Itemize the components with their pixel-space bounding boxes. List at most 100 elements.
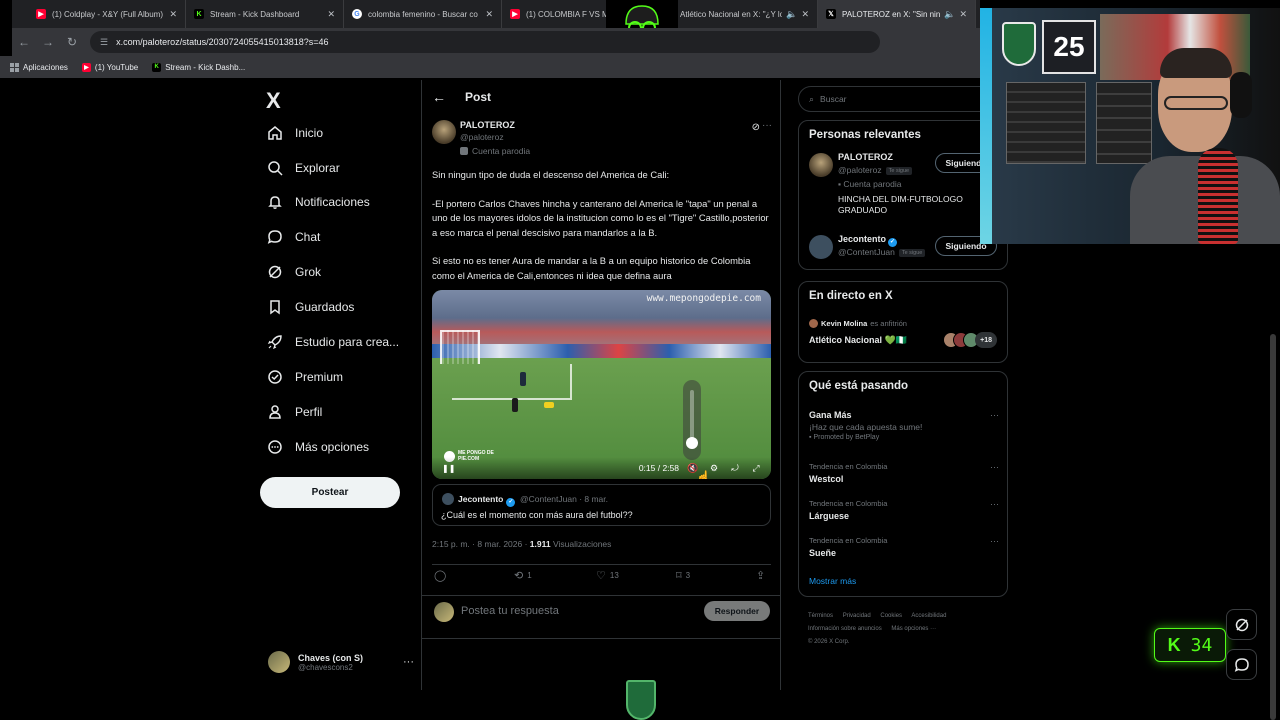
sidebar-item-guardados[interactable]: Guardados	[266, 293, 416, 321]
pause-icon[interactable]: ❚❚	[442, 464, 455, 473]
sidebar-item-grok[interactable]: Grok	[266, 258, 416, 286]
grok-floating-button[interactable]	[1226, 609, 1257, 640]
sidebar-item-mas-opciones[interactable]: Más opciones	[266, 433, 416, 461]
more-icon[interactable]: ···	[990, 410, 999, 420]
author-handle[interactable]: @paloteroz	[460, 132, 504, 142]
avatar	[809, 319, 818, 328]
sidebar-item-explorar[interactable]: Explorar	[266, 154, 416, 182]
video-player[interactable]: www.mepongodepie.com ME PONGO DE PIE.COM…	[432, 290, 771, 479]
grok-icon[interactable]: ⊘	[752, 122, 760, 133]
browser-tab[interactable]: Atlético Nacional en X: "¿Y los 🔈 ✕	[660, 0, 818, 28]
more-icon[interactable]: ···	[990, 536, 999, 546]
video-frame-box	[452, 364, 572, 400]
more-icon[interactable]: ···	[403, 656, 414, 668]
more-icon[interactable]: ···	[762, 120, 772, 131]
reply-input[interactable]: Postea tu respuesta	[461, 605, 559, 617]
browser-tab[interactable]: ▶ (1) Coldplay - X&Y (Full Album) ✕	[28, 0, 186, 28]
card-title: En directo en X	[809, 290, 893, 302]
footer-link[interactable]: Cookies	[880, 613, 902, 619]
trend-item[interactable]: Gana Más ¡Haz que cada apuesta sume! ▪ P…	[809, 410, 999, 441]
close-tab-icon[interactable]: ✕	[169, 9, 177, 20]
bookmark-apps[interactable]: Aplicaciones	[10, 62, 68, 72]
sidebar-item-estudio[interactable]: Estudio para crea...	[266, 328, 416, 356]
volume-knob[interactable]	[686, 437, 698, 450]
share-button[interactable]: ⇪	[756, 569, 769, 582]
reply-button[interactable]: ◯	[434, 569, 450, 582]
sidebar-item-perfil[interactable]: Perfil	[266, 398, 416, 426]
avatar	[809, 235, 833, 259]
footer-link[interactable]: Privacidad	[843, 613, 871, 619]
trends-card: Qué está pasando Gana Más ¡Haz que cada …	[798, 371, 1008, 597]
post-column: ← Post PALOTEROZ @paloteroz Cuenta parod…	[421, 80, 781, 690]
back-arrow-icon[interactable]: ←	[432, 89, 448, 105]
address-bar: ← → ↻ ☰ x.com/paloteroz/status/203072405…	[12, 28, 980, 56]
more-icon[interactable]: ···	[990, 499, 999, 509]
repost-count: 1	[527, 571, 532, 580]
reload-icon[interactable]: ↻	[60, 35, 84, 49]
footer-link[interactable]: Más opciones ···	[891, 626, 936, 632]
sidebar-item-premium[interactable]: Premium	[266, 363, 416, 391]
browser-tab-active[interactable]: 𝕏 PALOTEROZ en X: "Sin ningu 🔈 ✕	[818, 0, 976, 28]
author-name[interactable]: PALOTEROZ	[460, 120, 515, 130]
video-frame-banner	[432, 344, 771, 358]
trend-item[interactable]: Tendencia en Colombia Westcol ···	[809, 462, 999, 484]
search-icon	[266, 159, 284, 177]
footer-link[interactable]: Términos	[808, 613, 833, 619]
bookmark-button[interactable]: ⌑ 3	[676, 569, 690, 582]
x-logo[interactable]: X	[266, 88, 281, 114]
reply-submit-button[interactable]: Responder	[704, 601, 770, 621]
speaker-icon[interactable]: 🔈	[944, 9, 955, 20]
account-switcher[interactable]: Chaves (con S) @chavescons2 ···	[268, 646, 414, 678]
fullscreen-icon[interactable]: ⤢	[750, 463, 762, 474]
sidebar-item-chat[interactable]: Chat	[266, 223, 416, 251]
close-tab-icon[interactable]: ✕	[959, 9, 967, 20]
avatar[interactable]	[432, 120, 456, 144]
back-arrow-icon[interactable]: ←	[12, 35, 36, 49]
share-icon: ⇪	[756, 570, 766, 582]
parody-mask-icon	[460, 147, 468, 155]
more-icon[interactable]: ···	[990, 462, 999, 472]
rotate-icon[interactable]: ⤾	[729, 463, 741, 474]
person-row[interactable]: PALOTEROZ @paloteroz Te sigue ▪ Cuenta pa…	[799, 149, 1007, 237]
trend-name: Gana Más	[809, 410, 852, 420]
footer-link[interactable]: Información sobre anuncios	[808, 626, 882, 632]
sidebar-item-inicio[interactable]: Inicio	[266, 119, 416, 147]
like-button[interactable]: ♡ 13	[596, 569, 619, 582]
browser-tab[interactable]: Gcolombia femenino - Buscar co ✕	[344, 0, 502, 28]
trend-item[interactable]: Tendencia en Colombia Sueñe ···	[809, 536, 999, 558]
video-time: 0:15 / 2:58	[638, 463, 679, 473]
url-field[interactable]: ☰ x.com/paloteroz/status/203072405541501…	[90, 31, 880, 53]
listener-avatars[interactable]: +18	[943, 332, 997, 348]
speaker-icon[interactable]: 🔈	[786, 9, 797, 20]
close-tab-icon[interactable]: ✕	[485, 9, 493, 20]
sidebar-item-label: Notificaciones	[295, 195, 370, 209]
post-timestamp[interactable]: 2:15 p. m. · 8 mar. 2026 ·	[432, 539, 530, 549]
person-handle-row: @ContentJuan Te sigue	[838, 247, 926, 257]
quoted-post[interactable]: Jecontento ✓ @ContentJuan · 8 mar. ¿Cuál …	[432, 484, 771, 526]
url-text: x.com/paloteroz/status/20307240554150138…	[116, 37, 329, 47]
bookmark-youtube[interactable]: ▶ (1) YouTube	[81, 62, 138, 72]
trend-item[interactable]: Tendencia en Colombia Lárguese ···	[809, 499, 999, 521]
browser-tab[interactable]: K Stream - Kick Dashboard ✕	[186, 0, 344, 28]
messages-floating-button[interactable]	[1226, 649, 1257, 680]
bookmark-kick[interactable]: K Stream - Kick Dashb...	[152, 62, 245, 72]
screen: ▶ (1) Coldplay - X&Y (Full Album) ✕ K Strea…	[0, 0, 1280, 720]
volume-slider[interactable]	[683, 380, 701, 460]
scrollbar[interactable]	[1270, 334, 1276, 720]
site-settings-icon[interactable]: ☰	[100, 37, 108, 48]
tab-title: (1) Coldplay - X&Y (Full Album)	[52, 9, 163, 19]
tab-title: Atlético Nacional en X: "¿Y los	[680, 9, 783, 19]
repost-button[interactable]: ⟲ 1	[514, 569, 532, 582]
tab-title: PALOTEROZ en X: "Sin ningu	[842, 9, 941, 19]
footer-link[interactable]: Accesibilidad	[911, 613, 946, 619]
forward-arrow-icon[interactable]: →	[36, 35, 60, 49]
close-tab-icon[interactable]: ✕	[801, 9, 809, 20]
person-row[interactable]: Jecontento ✓ @ContentJuan Te sigue Siguien…	[799, 231, 1007, 271]
kick-viewer-counter: K 34	[1154, 628, 1226, 662]
close-tab-icon[interactable]: ✕	[327, 9, 335, 20]
live-space-title[interactable]: Atlético Nacional 💚🇳🇬	[809, 335, 907, 346]
show-more-link[interactable]: Mostrar más	[809, 576, 856, 586]
search-input[interactable]: ⌕ Buscar	[798, 86, 1008, 112]
post-button[interactable]: Postear	[260, 477, 400, 508]
sidebar-item-notificaciones[interactable]: Notificaciones	[266, 188, 416, 216]
